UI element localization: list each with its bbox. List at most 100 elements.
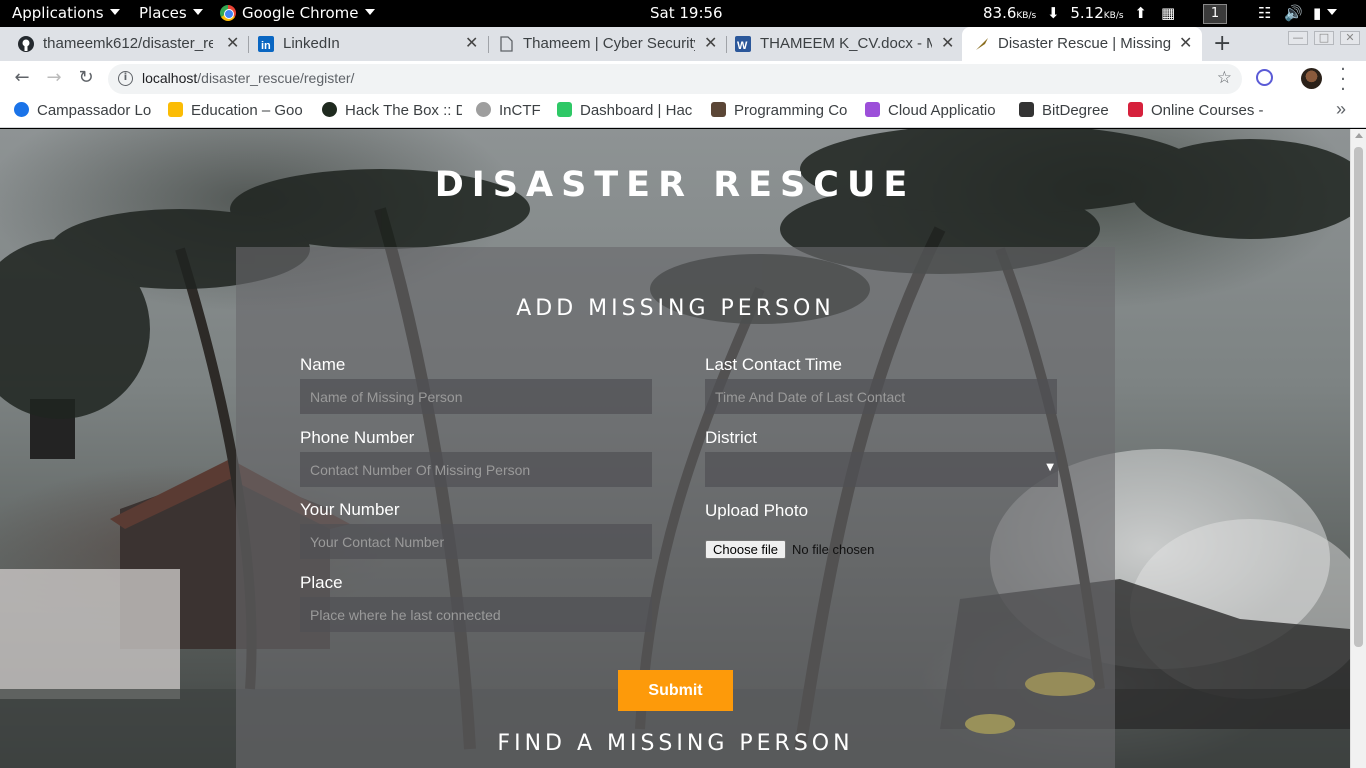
choose-file-button[interactable]: Choose file <box>705 540 787 559</box>
no-file-text: No file chosen <box>792 542 875 557</box>
minimize-button[interactable]: — <box>1288 31 1308 45</box>
bookmark-favicon-icon <box>476 102 491 117</box>
workspace-number: 1 <box>1203 4 1227 24</box>
linkedin-icon: in <box>258 36 274 52</box>
bookmark-favicon-icon <box>711 102 726 117</box>
close-icon[interactable]: ✕ <box>1179 27 1192 61</box>
bookmark-item[interactable]: Dashboard | Hac <box>557 97 695 127</box>
bookmark-item[interactable]: Cloud Applicatio <box>865 97 1005 127</box>
upload-speed: 5.12 <box>1070 4 1104 22</box>
info-icon[interactable]: i <box>118 71 133 86</box>
wifi-icon[interactable]: ☷ <box>1258 0 1271 27</box>
scrollbar-thumb[interactable] <box>1354 147 1363 647</box>
forward-arrow-icon[interactable]: → <box>42 67 66 88</box>
download-speed: 83.6 <box>983 4 1017 22</box>
reload-icon[interactable]: ↻ <box>74 67 98 88</box>
back-arrow-icon[interactable]: ← <box>10 67 34 88</box>
address-bar[interactable]: i localhost/disaster_rescue/register/ ☆ <box>108 64 1242 94</box>
new-tab-button[interactable]: + <box>1213 27 1231 61</box>
last-contact-input[interactable] <box>705 379 1057 414</box>
bookmark-item[interactable]: Programming Co <box>711 97 851 127</box>
bookmark-label: Programming Co <box>734 102 848 119</box>
district-label: District <box>705 428 757 447</box>
name-input[interactable] <box>300 379 652 414</box>
close-icon[interactable]: ✕ <box>704 27 717 61</box>
tab-github[interactable]: thameemk612/disaster_re ✕ <box>18 27 242 61</box>
svg-text:in: in <box>261 40 271 52</box>
bookmark-favicon-icon <box>865 102 880 117</box>
bookmark-item[interactable]: Education – Goo <box>168 97 308 127</box>
url-text[interactable]: localhost/disaster_rescue/register/ <box>142 70 354 86</box>
maximize-button[interactable]: □ <box>1314 31 1334 45</box>
bookmark-favicon-icon <box>1128 102 1143 117</box>
bookmark-label: Hack The Box :: D <box>345 102 462 119</box>
system-top-bar: Applications Places Google Chrome Sat 19… <box>0 0 1366 27</box>
site-title: DISASTER RESCUE <box>434 165 916 205</box>
profile-avatar[interactable] <box>1301 68 1322 89</box>
extension-icon[interactable] <box>1256 69 1273 86</box>
tab-label: thameemk612/disaster_re <box>43 35 213 52</box>
place-label: Place <box>300 573 343 592</box>
last-contact-label: Last Contact Time <box>705 355 843 374</box>
tab-cyber-security[interactable]: Thameem | Cyber Security ✕ <box>498 27 720 61</box>
find-missing-title: FIND A MISSING PERSON <box>497 731 854 756</box>
word-icon: W <box>735 36 751 52</box>
close-icon[interactable]: ✕ <box>941 27 954 61</box>
tab-label: Thameem | Cyber Security <box>523 35 695 52</box>
form-title: ADD MISSING PERSON <box>516 296 835 321</box>
close-icon[interactable]: ✕ <box>226 27 239 61</box>
chevron-down-icon <box>1327 9 1338 15</box>
tab-linkedin[interactable]: in LinkedIn ✕ <box>258 27 480 61</box>
place-input[interactable] <box>300 597 652 632</box>
close-icon[interactable]: ✕ <box>465 27 478 61</box>
tab-disaster-rescue[interactable]: Disaster Rescue | Missing ✕ <box>962 27 1202 61</box>
tab-divider <box>488 36 489 53</box>
workspace-indicator[interactable]: 1 <box>1203 0 1227 27</box>
bookmark-label: Online Courses - <box>1151 102 1264 119</box>
bookmark-favicon-icon <box>322 102 337 117</box>
places-menu[interactable]: Places <box>139 0 203 27</box>
phone-label: Phone Number <box>300 428 415 447</box>
kebab-menu-icon[interactable]: · · · <box>1338 61 1348 99</box>
your-number-label: Your Number <box>300 500 400 519</box>
volume-icon[interactable]: 🔊 <box>1284 0 1303 27</box>
submit-button[interactable]: Submit <box>618 670 733 711</box>
chevron-down-icon <box>109 9 120 15</box>
bookmark-item[interactable]: Hack The Box :: D <box>322 97 462 127</box>
page-content: DISASTER RESCUE ADD MISSING PERSON Name … <box>0 129 1350 768</box>
applications-menu[interactable]: Applications <box>12 0 120 27</box>
scroll-up-icon[interactable] <box>1355 133 1363 138</box>
dropdown-arrow-icon: ▼ <box>1046 462 1054 473</box>
chevron-double-right-icon[interactable]: » <box>1336 99 1346 120</box>
bookmark-item[interactable]: Campassador Lo <box>14 97 154 127</box>
tab-label: THAMEEM K_CV.docx - M <box>760 35 932 52</box>
star-icon[interactable]: ☆ <box>1217 68 1232 88</box>
close-window-button[interactable]: ✕ <box>1340 31 1360 45</box>
battery-icon[interactable]: ▮ <box>1313 0 1338 27</box>
url-path: /disaster_rescue/register/ <box>197 70 355 86</box>
chevron-down-icon <box>364 9 375 15</box>
bookmark-label: Dashboard | Hac <box>580 102 693 119</box>
tab-label: LinkedIn <box>283 35 340 52</box>
bookmark-item[interactable]: InCTF <box>476 97 546 127</box>
tab-cv-document[interactable]: W THAMEEM K_CV.docx - M ✕ <box>735 27 957 61</box>
page-scrollbar[interactable] <box>1350 129 1366 768</box>
bookmark-item[interactable]: Online Courses - <box>1128 97 1268 127</box>
network-speed: 83.6KB/s ⬇ 5.12KB/s ⬆ <box>983 0 1147 27</box>
clock[interactable]: Sat 19:56 <box>650 0 723 27</box>
arrow-up-icon: ⬆ <box>1134 4 1147 22</box>
bookmark-item[interactable]: BitDegree <box>1019 97 1119 127</box>
applications-label: Applications <box>12 4 104 22</box>
phone-input[interactable] <box>300 452 652 487</box>
github-icon <box>18 36 34 52</box>
url-host: localhost <box>142 70 198 86</box>
video-camera-icon[interactable]: ▦ <box>1161 0 1175 27</box>
bookmark-label: Cloud Applicatio <box>888 102 996 119</box>
bookmark-label: Campassador Lo <box>37 102 152 119</box>
district-select[interactable]: ▼ <box>705 452 1058 487</box>
browser-toolbar: ← → ↻ i localhost/disaster_rescue/regist… <box>0 61 1366 99</box>
upload-photo-label: Upload Photo <box>705 501 809 520</box>
bookmark-label: BitDegree <box>1042 102 1109 119</box>
your-number-input[interactable] <box>300 524 652 559</box>
active-app-menu[interactable]: Google Chrome <box>220 0 375 27</box>
